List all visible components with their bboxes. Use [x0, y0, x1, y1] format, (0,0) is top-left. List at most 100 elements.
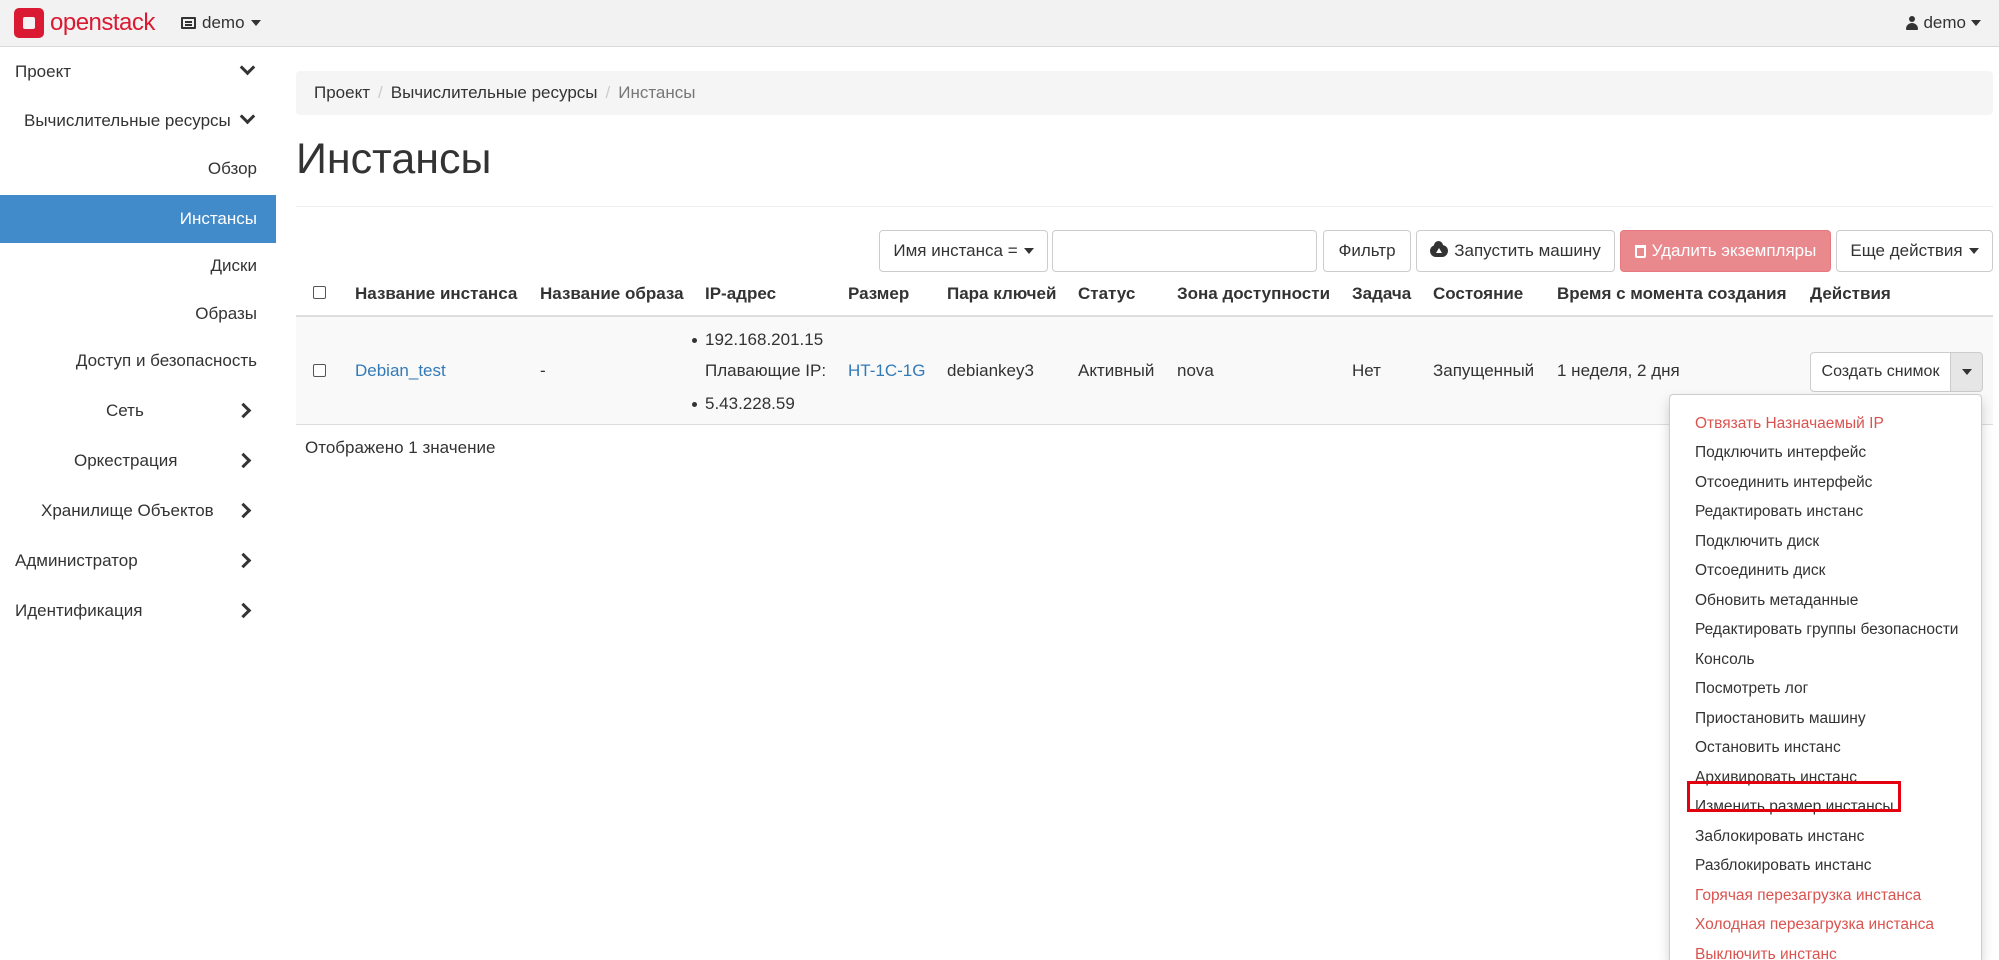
sidebar-item-images[interactable]: Образы — [0, 290, 276, 338]
title-divider — [296, 206, 1993, 207]
caret-down-icon — [1968, 248, 1979, 254]
user-name: demo — [1923, 13, 1966, 32]
sidebar-item-project[interactable]: Проект — [0, 48, 276, 96]
menu-item-edit-security-groups[interactable]: Редактировать группы безопасности — [1695, 621, 1958, 639]
menu-item-update-metadata[interactable]: Обновить метаданные — [1695, 592, 1858, 610]
user-menu[interactable]: demo — [1906, 13, 1981, 33]
filter-field-select[interactable]: Имя инстанса = — [879, 230, 1048, 272]
sidebar-item-label: Инстансы — [179, 209, 257, 228]
column-header[interactable]: Задача — [1352, 284, 1411, 304]
keypair: debiankey3 — [947, 361, 1034, 380]
list-bullet — [692, 402, 697, 407]
breadcrumb: Проект / Вычислительные ресурсы / Инстан… — [296, 71, 1993, 115]
menu-item-detach-interface[interactable]: Отсоединить интерфейс — [1695, 474, 1872, 492]
menu-item-attach-interface[interactable]: Подключить интерфейс — [1695, 444, 1866, 462]
project-list-icon — [181, 17, 196, 29]
status: Активный — [1078, 361, 1155, 380]
menu-item-hard-reboot[interactable]: Холодная перезагрузка инстанса — [1695, 916, 1934, 934]
brand-text: openstack — [50, 9, 155, 36]
filter-input[interactable] — [1052, 230, 1317, 272]
breadcrumb-separator: / — [605, 83, 611, 102]
sidebar-item-compute[interactable]: Вычислительные ресурсы — [0, 97, 276, 145]
column-header[interactable]: Статус — [1078, 284, 1135, 304]
sidebar-item-label: Проект — [15, 62, 71, 81]
select-all-checkbox[interactable] — [313, 286, 326, 299]
image-name: - — [540, 361, 546, 380]
caret-down-icon — [1023, 248, 1034, 254]
sidebar-item-volumes[interactable]: Диски — [0, 242, 276, 290]
menu-item-attach-volume[interactable]: Подключить диск — [1695, 533, 1819, 551]
chevron-down-icon — [239, 59, 256, 76]
menu-item-edit-instance[interactable]: Редактировать инстанс — [1695, 503, 1863, 521]
menu-item-shut-off[interactable]: Выключить инстанс — [1695, 946, 1837, 960]
sidebar-item-admin[interactable]: Администратор — [0, 537, 276, 585]
delete-button-label: Удалить экземпляры — [1651, 241, 1817, 260]
sidebar-item-overview[interactable]: Обзор — [0, 145, 276, 193]
sidebar-item-label: Образы — [195, 304, 257, 323]
chevron-right-icon — [235, 602, 252, 619]
column-header[interactable]: Зона доступности — [1177, 284, 1330, 304]
row-checkbox[interactable] — [313, 364, 326, 377]
column-header[interactable]: Размер — [848, 284, 909, 304]
menu-item-lock-instance[interactable]: Заблокировать инстанс — [1695, 828, 1864, 846]
filter-button-label: Фильтр — [1338, 241, 1396, 260]
instance-name-link[interactable]: Debian_test — [355, 361, 446, 381]
menu-item-disassociate-ip[interactable]: Отвязать Назначаемый IP — [1695, 415, 1884, 433]
sidebar-item-label: Идентификация — [15, 601, 143, 620]
launch-instance-button[interactable]: Запустить машину — [1416, 230, 1615, 272]
brand[interactable]: openstack — [14, 8, 155, 38]
task: Нет — [1352, 361, 1381, 380]
column-header[interactable]: IP-адрес — [705, 284, 776, 304]
more-actions-label: Еще действия — [1850, 241, 1963, 260]
column-header[interactable]: Название инстанса — [355, 284, 517, 304]
caret-down-icon — [250, 20, 261, 26]
column-header[interactable]: Название образа — [540, 284, 684, 304]
create-snapshot-button[interactable]: Создать снимок — [1810, 352, 1951, 392]
chevron-right-icon — [235, 402, 252, 419]
breadcrumb-current: Инстансы — [618, 83, 696, 102]
trash-icon — [1634, 244, 1646, 258]
breadcrumb-item[interactable]: Проект — [314, 83, 370, 103]
menu-item-console[interactable]: Консоль — [1695, 651, 1755, 669]
filter-button[interactable]: Фильтр — [1323, 230, 1411, 272]
filter-field-label: Имя инстанса = — [893, 241, 1018, 260]
sidebar-item-label: Администратор — [15, 551, 138, 570]
sidebar-item-object-store[interactable]: Хранилище Объектов — [0, 487, 276, 535]
user-icon — [1906, 16, 1919, 30]
sidebar-item-orchestration[interactable]: Оркестрация — [0, 437, 276, 485]
menu-item-unlock-instance[interactable]: Разблокировать инстанс — [1695, 857, 1872, 875]
sidebar-item-label: Сеть — [106, 401, 144, 420]
sidebar-item-instances[interactable]: Инстансы — [0, 195, 276, 243]
menu-item-pause-instance[interactable]: Приостановить машину — [1695, 710, 1866, 728]
sidebar-item-network[interactable]: Сеть — [0, 387, 276, 435]
breadcrumb-separator: / — [378, 83, 383, 102]
column-header: Действия — [1810, 284, 1891, 303]
sidebar-item-label: Вычислительные ресурсы — [24, 111, 231, 130]
delete-instances-button[interactable]: Удалить экземпляры — [1620, 230, 1831, 272]
project-switcher[interactable]: demo — [181, 13, 261, 33]
column-header[interactable]: Состояние — [1433, 284, 1523, 304]
cloud-upload-icon — [1430, 241, 1449, 257]
power-state: Запущенный — [1433, 361, 1535, 380]
menu-item-stop-instance[interactable]: Остановить инстанс — [1695, 739, 1841, 757]
flavor-link[interactable]: HT-1C-1G — [848, 361, 925, 381]
more-actions-button[interactable]: Еще действия — [1836, 230, 1993, 272]
highlight-annotation-box — [1687, 781, 1901, 812]
page-title: Инстансы — [296, 135, 492, 183]
sidebar-item-label: Диски — [210, 256, 257, 275]
chevron-right-icon — [235, 552, 252, 569]
breadcrumb-item[interactable]: Вычислительные ресурсы — [391, 83, 598, 103]
chevron-right-icon — [235, 502, 252, 519]
sidebar-item-identity[interactable]: Идентификация — [0, 587, 276, 635]
menu-item-soft-reboot[interactable]: Горячая перезагрузка инстанса — [1695, 887, 1921, 905]
sidebar-item-access-security[interactable]: Доступ и безопасность — [0, 337, 276, 385]
row-actions-dropdown-toggle[interactable] — [1950, 352, 1983, 392]
column-header[interactable]: Время с момента создания — [1557, 284, 1787, 304]
list-bullet — [692, 338, 697, 343]
menu-item-view-log[interactable]: Посмотреть лог — [1695, 680, 1808, 698]
column-header[interactable]: Пара ключей — [947, 284, 1056, 304]
sidebar-item-label: Доступ и безопасность — [75, 351, 257, 370]
menu-item-detach-volume[interactable]: Отсоединить диск — [1695, 562, 1825, 580]
sidebar-item-label: Оркестрация — [74, 451, 178, 470]
floating-ip: 5.43.228.59 — [705, 394, 795, 413]
